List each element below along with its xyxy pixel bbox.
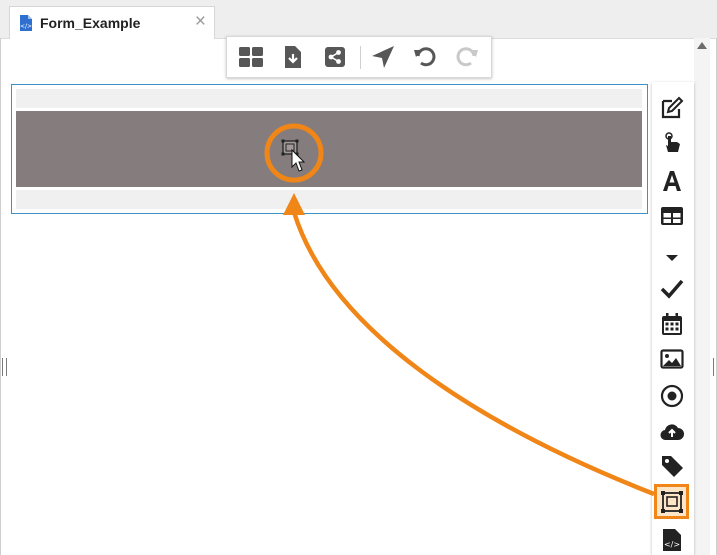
frame-border-left [0, 38, 1, 555]
navigate-icon[interactable] [371, 45, 395, 69]
form-row-top[interactable] [16, 89, 642, 108]
svg-text:</>: </> [664, 540, 680, 549]
undo-icon[interactable] [413, 45, 437, 69]
left-resize-handle[interactable] [2, 358, 7, 376]
html-file-icon[interactable]: </> [660, 528, 684, 552]
tab-title: Form_Example [40, 15, 141, 31]
floating-toolbar [226, 36, 492, 78]
close-icon[interactable]: × [195, 12, 206, 31]
redo-icon[interactable] [455, 45, 479, 69]
drag-arrow-line [291, 211, 655, 497]
component-palette: </> [652, 82, 694, 555]
layout-icon[interactable] [239, 45, 263, 69]
scroll-up-arrow-icon[interactable] [697, 42, 707, 49]
checkbox-icon[interactable] [660, 276, 684, 300]
html-file-icon: </> [19, 14, 33, 32]
cloud-upload-icon[interactable] [660, 420, 684, 444]
tab-form-example[interactable]: </> Form_Example × [9, 6, 215, 39]
form-row-bottom[interactable] [16, 190, 642, 209]
calendar-icon[interactable] [660, 312, 684, 336]
text-icon[interactable] [660, 169, 684, 193]
form-canvas[interactable] [11, 84, 648, 214]
dropdown-icon[interactable] [660, 246, 684, 270]
tab-bar: </> Form_Example × [0, 0, 717, 39]
tag-icon[interactable] [660, 454, 684, 478]
table-icon[interactable] [660, 204, 684, 228]
svg-text:</>: </> [20, 23, 32, 30]
pointer-icon[interactable] [660, 132, 684, 156]
radio-icon[interactable] [660, 384, 684, 408]
download-icon[interactable] [281, 45, 305, 69]
image-icon[interactable] [660, 347, 684, 371]
drop-zone-row[interactable] [16, 111, 642, 187]
toolbar-separator [360, 46, 361, 69]
share-icon[interactable] [323, 45, 347, 69]
edit-icon[interactable] [660, 96, 684, 120]
vertical-scrollbar[interactable] [694, 38, 710, 555]
container-icon[interactable] [660, 490, 684, 514]
